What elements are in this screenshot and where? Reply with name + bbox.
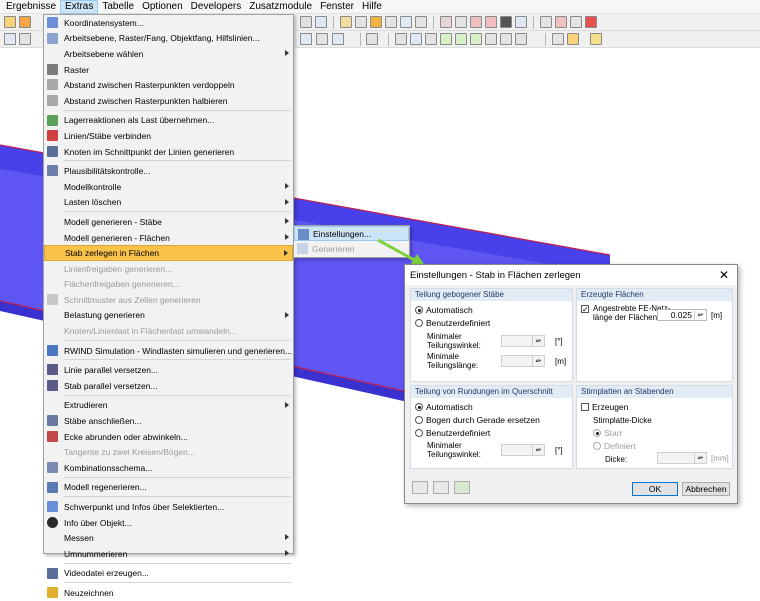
group-end-plates: Stirnplatten an Stabenden Erzeugen Stirn… (576, 385, 733, 469)
spinner-icon[interactable]: ▴▸ (532, 356, 544, 366)
group-generated-surfaces: Erzeugte Flächen ✓ Angestrebte FE-Netz-l… (576, 288, 733, 382)
radio-dot (415, 319, 423, 327)
min-length-label: Minimale Teilungslänge: (427, 352, 479, 370)
spinner-icon[interactable]: ▴▸ (532, 445, 544, 455)
round-min-angle-label: Minimaler Teilungswinkel: (427, 441, 481, 459)
checkbox-create-plates[interactable]: Erzeugen (581, 402, 628, 412)
default-settings-icon[interactable] (454, 481, 470, 494)
checkbox-mesh-length[interactable]: ✓ (581, 305, 592, 314)
group-bent-members: Teilung gebogener Stäbe Automatisch Benu… (410, 288, 573, 382)
group-header: Erzeugte Flächen (577, 289, 732, 301)
radio-bent-user[interactable]: Benutzerdefiniert (415, 318, 490, 328)
min-angle-input[interactable]: ▴▸ (501, 335, 545, 347)
checkbox-box (581, 403, 589, 411)
min-length-input[interactable]: ▴▸ (501, 355, 545, 367)
ok-button[interactable]: OK (632, 482, 678, 496)
group-header: Teilung von Rundungen im Querschnitt (411, 386, 572, 398)
radio-bent-auto[interactable]: Automatisch (415, 305, 473, 315)
spinner-icon[interactable]: ▴▸ (532, 336, 544, 346)
radio-plate-rigid[interactable]: Starr (593, 428, 622, 438)
radio-dot (593, 442, 601, 450)
spinner-icon[interactable]: ▴▸ (694, 310, 706, 320)
radio-dot (415, 429, 423, 437)
dialog-title-bar: Einstellungen - Stab in Flächen zerlegen… (405, 265, 737, 285)
round-min-angle-input[interactable]: ▴▸ (501, 444, 545, 456)
cancel-button[interactable]: Abbrechen (682, 482, 730, 496)
units-icon[interactable] (433, 481, 449, 494)
menu-item-neuzeichnen[interactable]: Neuzeichnen (44, 585, 293, 601)
min-angle-label: Minimaler Teilungswinkel: (427, 332, 481, 350)
plate-thickness-label: Stirnplatte-Dicke (593, 416, 652, 425)
check-icon: ✓ (581, 305, 589, 314)
radio-dot (415, 403, 423, 411)
group-header: Teilung gebogener Stäbe (411, 289, 572, 301)
dialog-title: Einstellungen - Stab in Flächen zerlegen (410, 269, 581, 281)
group-header: Stirnplatten an Stabenden (577, 386, 732, 398)
min-length-unit: [m] (555, 357, 567, 366)
redraw-icon (47, 587, 58, 599)
min-angle-unit: [°] (555, 337, 563, 346)
mesh-length-input[interactable]: 0.025 ▴▸ (657, 309, 707, 321)
radio-dot (593, 429, 601, 437)
round-min-angle-unit: [°] (555, 446, 563, 455)
radio-round-arc[interactable]: Bogen durch Gerade ersetzen (415, 415, 540, 425)
settings-dialog: Einstellungen - Stab in Flächen zerlegen… (404, 264, 738, 504)
radio-plate-defined[interactable]: Definiert (593, 441, 636, 451)
radio-round-auto[interactable]: Automatisch (415, 402, 473, 412)
close-icon[interactable]: ✕ (719, 268, 729, 282)
arrow-shaft (377, 238, 419, 264)
group-roundings: Teilung von Rundungen im Querschnitt Aut… (410, 385, 573, 469)
help-icon[interactable] (412, 481, 428, 494)
plate-dicke-label: Dicke: (605, 455, 628, 464)
radio-dot (415, 416, 423, 424)
plate-thickness-input[interactable]: ▴▸ (657, 452, 707, 464)
mesh-length-unit: [m] (711, 311, 723, 320)
radio-dot (415, 306, 423, 314)
plate-thickness-unit: [mm] (711, 454, 729, 463)
spinner-icon[interactable]: ▴▸ (694, 453, 706, 463)
radio-round-user[interactable]: Benutzerdefiniert (415, 428, 490, 438)
